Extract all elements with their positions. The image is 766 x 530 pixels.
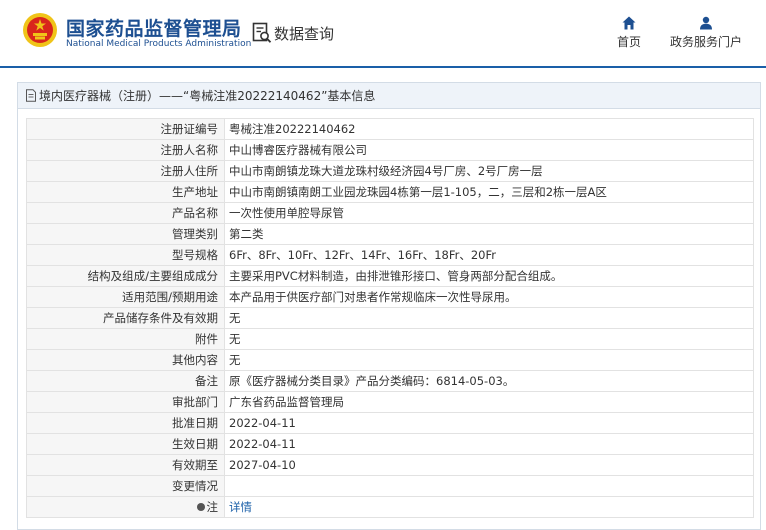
table-row: 型号规格 6Fr、8Fr、10Fr、12Fr、14Fr、16Fr、18Fr、20… <box>26 244 754 266</box>
field-value: 2022-04-11 <box>224 412 754 434</box>
table-row: 注册证编号 粤械注准20222140462 <box>26 118 754 140</box>
field-value: 中山博睿医疗器械有限公司 <box>224 139 754 161</box>
field-label: 批准日期 <box>26 412 225 434</box>
field-value: 无 <box>224 328 754 350</box>
field-label: 结构及组成/主要组成成分 <box>26 265 225 287</box>
nav-home[interactable]: 首页 <box>612 16 646 50</box>
registration-info-table: 注册证编号 粤械注准20222140462 注册人名称 中山博睿医疗器械有限公司… <box>26 118 754 518</box>
home-icon <box>622 16 636 30</box>
field-value: 主要采用PVC材料制造，由排泄锥形接口、管身两部分配合组成。 <box>224 265 754 287</box>
field-value <box>224 475 754 497</box>
panel-title: 境内医疗器械（注册）——“粤械注准20222140462”基本信息 <box>18 83 760 109</box>
table-row: 备注 原《医疗器械分类目录》产品分类编码：6814-05-03。 <box>26 370 754 392</box>
field-label: 附件 <box>26 328 225 350</box>
table-row: 审批部门 广东省药品监督管理局 <box>26 391 754 413</box>
field-label: 注册证编号 <box>26 118 225 140</box>
field-value: 粤械注准20222140462 <box>224 118 754 140</box>
field-value: 2027-04-10 <box>224 454 754 476</box>
table-row: 批准日期 2022-04-11 <box>26 412 754 434</box>
field-label: 变更情况 <box>26 475 225 497</box>
table-row: 注册人名称 中山博睿医疗器械有限公司 <box>26 139 754 161</box>
note-value-cell: 详情 <box>224 496 754 518</box>
field-label: 其他内容 <box>26 349 225 371</box>
site-header: 国家药品监督管理局 National Medical Products Admi… <box>0 0 766 68</box>
field-value: 无 <box>224 349 754 371</box>
field-value: 无 <box>224 307 754 329</box>
table-row: 生产地址 中山市南朗镇南朗工业园龙珠园4栋第一层1-105，二，三层和2栋一层A… <box>26 181 754 203</box>
field-label: 型号规格 <box>26 244 225 266</box>
field-label: 适用范围/预期用途 <box>26 286 225 308</box>
user-icon <box>700 16 712 30</box>
document-icon <box>26 89 36 102</box>
field-label: 审批部门 <box>26 391 225 413</box>
note-label: 注 <box>206 500 219 514</box>
nav-services-label: 政务服务门户 <box>669 35 742 49</box>
national-emblem-icon <box>23 13 57 47</box>
field-label: 产品名称 <box>26 202 225 224</box>
field-label: 注册人名称 <box>26 139 225 161</box>
table-row: 其他内容 无 <box>26 349 754 371</box>
nav-services[interactable]: 政务服务门户 <box>666 16 746 50</box>
data-query-label: 数据查询 <box>274 24 335 43</box>
field-label: 管理类别 <box>26 223 225 245</box>
field-value: 一次性使用单腔导尿管 <box>224 202 754 224</box>
field-value: 第二类 <box>224 223 754 245</box>
field-value: 本产品用于供医疗部门对患者作常规临床一次性导尿用。 <box>224 286 754 308</box>
table-row: 变更情况 <box>26 475 754 497</box>
field-label: 生产地址 <box>26 181 225 203</box>
table-row: 产品储存条件及有效期 无 <box>26 307 754 329</box>
table-row: 注册人住所 中山市南朗镇龙珠大道龙珠村级经济园4号厂房、2号厂房一层 <box>26 160 754 182</box>
field-label: 产品储存条件及有效期 <box>26 307 225 329</box>
field-value: 广东省药品监督管理局 <box>224 391 754 413</box>
info-panel: 境内医疗器械（注册）——“粤械注准20222140462”基本信息 注册证编号 … <box>17 82 761 530</box>
note-dot-icon <box>196 503 205 511</box>
field-value: 中山市南朗镇龙珠大道龙珠村级经济园4号厂房、2号厂房一层 <box>224 160 754 182</box>
field-label: 注册人住所 <box>26 160 225 182</box>
data-query-link[interactable]: 数据查询 <box>252 21 334 45</box>
table-row: 有效期至 2027-04-10 <box>26 454 754 476</box>
field-label: 备注 <box>26 370 225 392</box>
note-label-cell: 注 <box>26 496 225 518</box>
field-value: 原《医疗器械分类目录》产品分类编码：6814-05-03。 <box>224 370 754 392</box>
field-value: 中山市南朗镇南朗工业园龙珠园4栋第一层1-105，二，三层和2栋一层A区 <box>224 181 754 203</box>
nav-home-label: 首页 <box>616 35 641 49</box>
table-row: 注 详情 <box>26 496 754 518</box>
field-value: 6Fr、8Fr、10Fr、12Fr、14Fr、16Fr、18Fr、20Fr <box>224 244 754 266</box>
field-label: 有效期至 <box>26 454 225 476</box>
site-title: 国家药品监督管理局 <box>66 18 242 40</box>
table-row: 附件 无 <box>26 328 754 350</box>
field-value: 2022-04-11 <box>224 433 754 455</box>
details-link[interactable]: 详情 <box>229 500 252 514</box>
table-row: 产品名称 一次性使用单腔导尿管 <box>26 202 754 224</box>
table-row: 结构及组成/主要组成成分 主要采用PVC材料制造，由排泄锥形接口、管身两部分配合… <box>26 265 754 287</box>
table-row: 生效日期 2022-04-11 <box>26 433 754 455</box>
panel-title-text: 境内医疗器械（注册）——“粤械注准20222140462”基本信息 <box>39 89 376 103</box>
data-query-icon <box>252 22 272 43</box>
table-row: 管理类别 第二类 <box>26 223 754 245</box>
field-label: 生效日期 <box>26 433 225 455</box>
site-title-en: National Medical Products Administration <box>66 39 252 49</box>
table-row: 适用范围/预期用途 本产品用于供医疗部门对患者作常规临床一次性导尿用。 <box>26 286 754 308</box>
